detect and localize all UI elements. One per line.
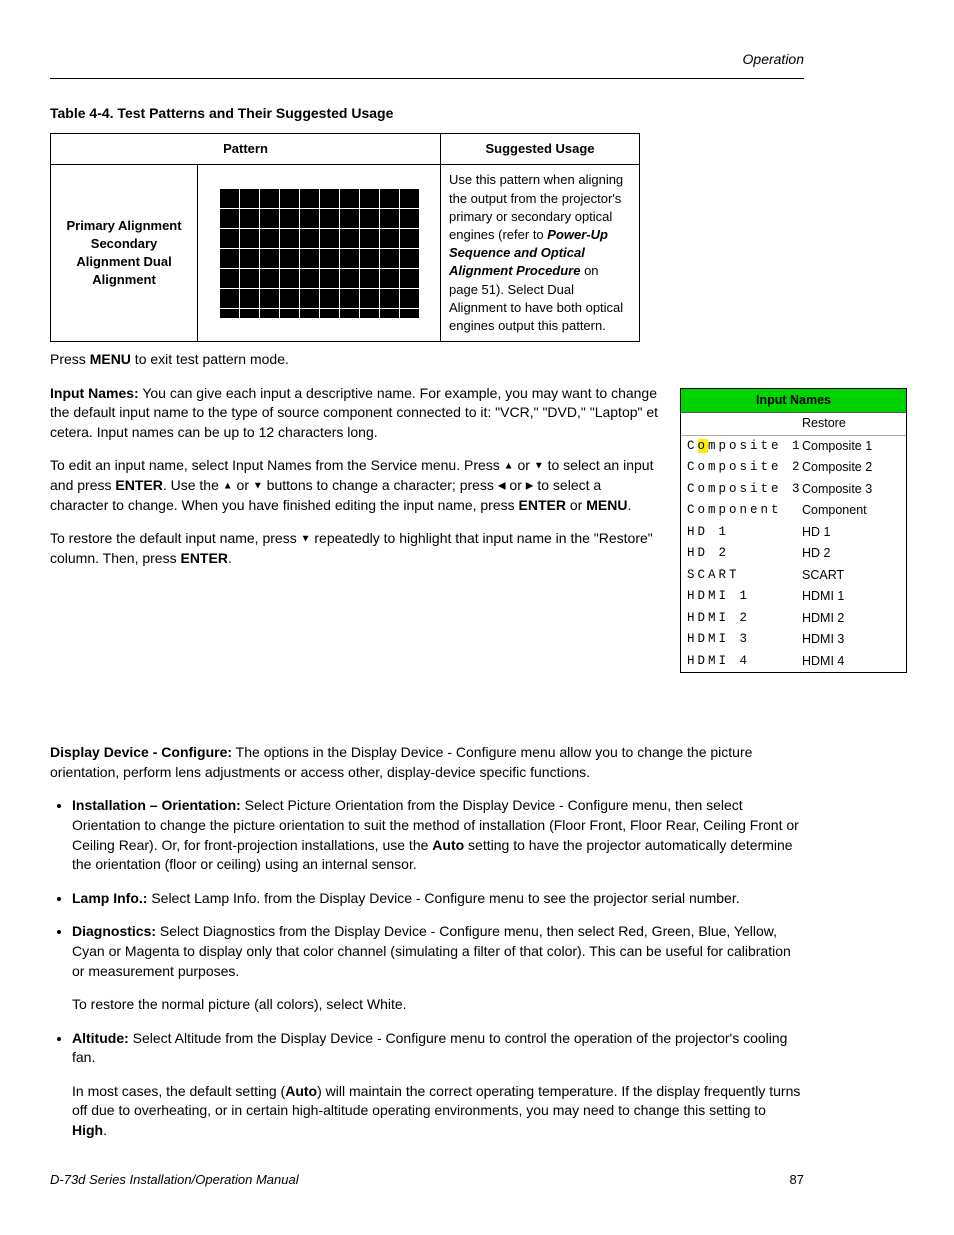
- input-names-row: HD 1HD 1: [681, 522, 906, 544]
- exit-line: Press MENU to exit test pattern mode.: [50, 350, 804, 370]
- grid-pattern-image: [219, 188, 419, 318]
- triangle-left-icon: ◀: [498, 480, 506, 491]
- restore-row: Restore: [681, 413, 906, 436]
- triangle-down-icon: ▼: [253, 480, 263, 491]
- usage-cell: Use this pattern when aligning the outpu…: [441, 165, 640, 342]
- edit-input-paragraph: To edit an input name, select Input Name…: [50, 456, 660, 515]
- list-item: Altitude: Select Altitude from the Displ…: [72, 1029, 804, 1141]
- input-names-row: SCARTSCART: [681, 565, 906, 587]
- triangle-down-icon: ▼: [301, 534, 311, 545]
- input-names-row: HD 2HD 2: [681, 543, 906, 565]
- input-names-row: HDMI 1HDMI 1: [681, 586, 906, 608]
- input-names-row: HDMI 3HDMI 3: [681, 629, 906, 651]
- pattern-image-cell: [198, 165, 441, 342]
- triangle-up-icon: ▲: [504, 461, 514, 472]
- restore-paragraph: To restore the default input name, press…: [50, 529, 660, 568]
- triangle-up-icon: ▲: [223, 480, 233, 491]
- th-pattern: Pattern: [51, 134, 441, 165]
- footer-title: D-73d Series Installation/Operation Manu…: [50, 1171, 299, 1189]
- input-names-row: Composite 3Composite 3: [681, 479, 906, 501]
- pattern-table: Pattern Suggested Usage Primary Alignmen…: [50, 133, 640, 342]
- input-names-box: Input Names Restore Composite 1Composite…: [680, 388, 907, 674]
- bullet-list: Installation – Orientation: Select Pictu…: [50, 796, 804, 1140]
- table-title: Table 4-4. Test Patterns and Their Sugge…: [50, 104, 804, 124]
- footer: D-73d Series Installation/Operation Manu…: [50, 1171, 804, 1189]
- list-item: Lamp Info.: Select Lamp Info. from the D…: [72, 889, 804, 909]
- input-names-row: Composite 1Composite 1: [681, 436, 906, 458]
- pattern-label: Primary Alignment Secondary Alignment Du…: [51, 165, 198, 342]
- input-names-row: Composite 2Composite 2: [681, 457, 906, 479]
- list-item: Installation – Orientation: Select Pictu…: [72, 796, 804, 874]
- th-usage: Suggested Usage: [441, 134, 640, 165]
- list-item: Diagnostics: Select Diagnostics from the…: [72, 922, 804, 1014]
- header-rule: [50, 78, 804, 79]
- input-names-row: HDMI 4HDMI 4: [681, 651, 906, 673]
- display-device-paragraph: Display Device - Configure: The options …: [50, 743, 804, 782]
- input-names-row: ComponentComponent: [681, 500, 906, 522]
- input-names-title: Input Names: [681, 389, 906, 414]
- input-names-paragraph: Input Names: You can give each input a d…: [50, 384, 660, 443]
- page-number: 87: [790, 1171, 804, 1189]
- input-names-row: HDMI 2HDMI 2: [681, 608, 906, 630]
- section-header: Operation: [50, 50, 804, 70]
- triangle-down-icon: ▼: [534, 461, 544, 472]
